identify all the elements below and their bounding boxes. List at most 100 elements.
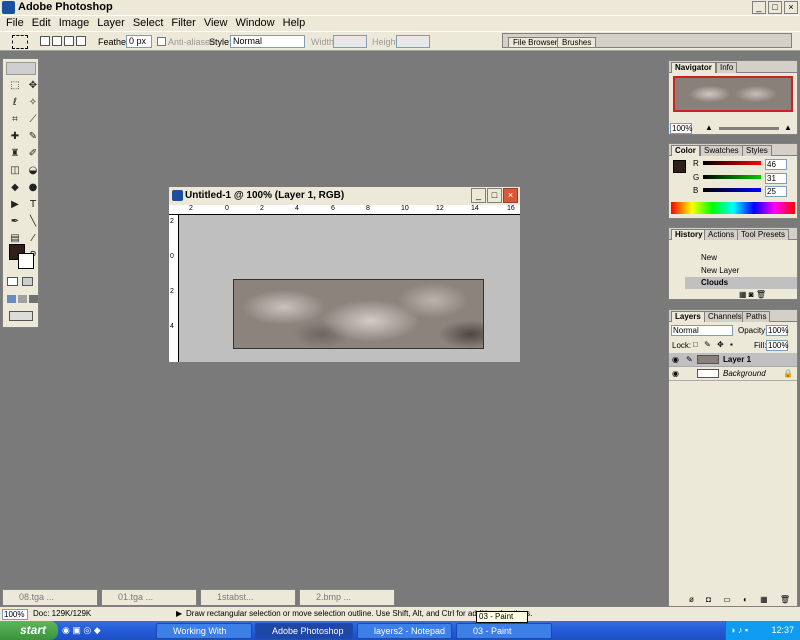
tab-tool-presets[interactable]: Tool Presets <box>737 229 790 240</box>
brush-tool-icon[interactable]: ✎ <box>25 130 41 144</box>
eyedropper-tool-icon[interactable]: ⁄ <box>25 232 41 246</box>
marquee-tool-icon[interactable]: ⬚ <box>7 79 23 93</box>
minimized-document[interactable]: 1stabst... <box>200 589 296 606</box>
red-value-field[interactable]: 46 <box>765 159 787 170</box>
doc-minimize-icon[interactable]: _ <box>471 188 486 203</box>
feather-input[interactable]: 0 px <box>126 35 152 48</box>
line-tool-icon[interactable]: ╲ <box>25 215 41 229</box>
paint-bucket-icon[interactable]: ◒ <box>25 164 41 178</box>
minimized-document[interactable]: 01.tga ... <box>101 589 197 606</box>
eraser-tool-icon[interactable]: ◫ <box>7 164 23 178</box>
fill-field[interactable]: 100% <box>766 340 788 351</box>
navigator-zoom-field[interactable]: 100% <box>670 123 692 134</box>
ie-icon[interactable]: ◉ <box>62 625 70 635</box>
brush-link-icon[interactable]: ✎ <box>686 353 693 367</box>
minimized-document[interactable]: 08.tga ... <box>2 589 98 606</box>
tab-brushes[interactable]: Brushes <box>557 37 597 48</box>
jump-to-imageready-icon[interactable] <box>9 311 33 321</box>
task-working-with-layers[interactable]: Working With Layers ... <box>156 623 252 639</box>
tab-channels[interactable]: Channels <box>704 311 746 322</box>
menu-edit[interactable]: Edit <box>28 16 55 31</box>
quickmask-mode-icon[interactable] <box>22 277 33 286</box>
lock-paint-icon[interactable]: ✎ <box>704 340 713 349</box>
width-input[interactable] <box>333 35 367 48</box>
tab-navigator[interactable]: Navigator <box>671 62 716 73</box>
task-notepad[interactable]: layers2 - Notepad <box>357 623 452 639</box>
layer-style-icon[interactable]: ø <box>689 595 699 604</box>
delete-layer-icon[interactable]: 🗑 <box>780 595 795 604</box>
move-tool-icon[interactable]: ✥ <box>25 79 41 93</box>
height-input[interactable] <box>396 35 430 48</box>
layer-row[interactable]: ◉ Background 🔒 <box>669 367 797 381</box>
menu-filter[interactable]: Filter <box>167 16 199 31</box>
document-title-bar[interactable]: Untitled-1 @ 100% (Layer 1, RGB) _ □ × <box>169 187 520 205</box>
tab-info[interactable]: Info <box>716 62 738 73</box>
tab-layers[interactable]: Layers <box>671 311 705 322</box>
lock-move-icon[interactable]: ✥ <box>717 340 726 349</box>
fullscreen-menu-icon[interactable] <box>18 295 27 303</box>
lasso-tool-icon[interactable]: ℓ <box>7 96 23 110</box>
adjustment-layer-icon[interactable]: ◐ <box>743 595 753 604</box>
new-selection-icon[interactable] <box>40 36 50 46</box>
history-item[interactable]: New <box>685 252 797 264</box>
delete-history-icon[interactable]: 🗑 <box>756 290 766 299</box>
slice-tool-icon[interactable]: ⟋ <box>25 113 41 127</box>
crop-tool-icon[interactable]: ⌗ <box>7 113 23 127</box>
snapshot-icon[interactable]: ◙ <box>749 290 754 299</box>
history-item-active[interactable]: Clouds <box>685 277 797 289</box>
red-slider[interactable] <box>703 161 761 165</box>
path-selection-icon[interactable]: ▶ <box>7 198 23 212</box>
adobe-online-icon[interactable] <box>6 62 36 75</box>
status-doc-size[interactable]: Doc: 129K/129K <box>33 609 91 618</box>
app-icon[interactable]: ◆ <box>94 625 101 635</box>
menu-help[interactable]: Help <box>279 16 310 31</box>
green-slider[interactable] <box>703 175 761 179</box>
marquee-preset-icon[interactable] <box>12 35 28 49</box>
antialiased-checkbox[interactable] <box>157 37 166 46</box>
blue-value-field[interactable]: 25 <box>765 186 787 197</box>
doc-close-icon[interactable]: × <box>503 188 518 203</box>
horizontal-ruler[interactable]: 2 0 2 4 6 8 10 12 14 16 <box>169 205 520 215</box>
zoom-in-icon[interactable]: ▲ <box>784 123 794 132</box>
doc-maximize-icon[interactable]: □ <box>487 188 502 203</box>
layer-mask-icon[interactable]: ◘ <box>706 595 716 604</box>
start-button[interactable]: start <box>0 621 58 640</box>
maximize-icon[interactable]: □ <box>768 1 782 14</box>
clone-stamp-icon[interactable]: ♜ <box>7 147 23 161</box>
layer-row-active[interactable]: ◉ ✎ Layer 1 <box>669 353 797 367</box>
menu-image[interactable]: Image <box>55 16 94 31</box>
style-select[interactable]: Normal <box>230 35 305 48</box>
menu-select[interactable]: Select <box>129 16 168 31</box>
blur-tool-icon[interactable]: ◆ <box>7 181 23 195</box>
layer-name[interactable]: Layer 1 <box>723 353 751 367</box>
minimized-document[interactable]: 2.bmp ... <box>299 589 395 606</box>
history-brush-icon[interactable]: ✐ <box>25 147 41 161</box>
close-icon[interactable]: × <box>784 1 798 14</box>
tab-file-browser[interactable]: File Browser <box>508 37 563 48</box>
dodge-tool-icon[interactable]: ● <box>25 181 41 195</box>
pen-tool-icon[interactable]: ✒ <box>7 215 23 229</box>
status-arrow-icon[interactable]: ▶ <box>176 609 182 618</box>
new-document-icon[interactable]: ▦ <box>739 290 747 299</box>
type-tool-icon[interactable]: T <box>25 198 41 212</box>
blue-slider[interactable] <box>703 188 761 192</box>
eye-icon[interactable]: ◉ <box>672 353 679 367</box>
desktop-icon[interactable]: ▣ <box>72 625 81 635</box>
tab-paths[interactable]: Paths <box>742 311 771 322</box>
navigator-zoom-slider[interactable] <box>719 127 779 130</box>
color-foreground-swatch[interactable] <box>673 160 686 173</box>
new-layer-icon[interactable]: ▦ <box>760 595 773 604</box>
menu-file[interactable]: File <box>2 16 28 31</box>
color-spectrum-bar[interactable] <box>671 202 795 214</box>
opacity-field[interactable]: 100% <box>766 325 788 336</box>
navigator-thumbnail[interactable] <box>673 76 793 112</box>
layer-set-icon[interactable]: ▭ <box>723 595 736 604</box>
layer-name[interactable]: Background <box>723 367 766 381</box>
intersect-selection-icon[interactable] <box>76 36 86 46</box>
eye-icon[interactable]: ◉ <box>672 367 679 381</box>
tab-history[interactable]: History <box>671 229 707 240</box>
zoom-out-icon[interactable]: ▲ <box>705 123 713 132</box>
canvas-area[interactable] <box>179 215 520 362</box>
history-item[interactable]: New Layer <box>685 265 797 277</box>
fullscreen-icon[interactable] <box>29 295 38 303</box>
